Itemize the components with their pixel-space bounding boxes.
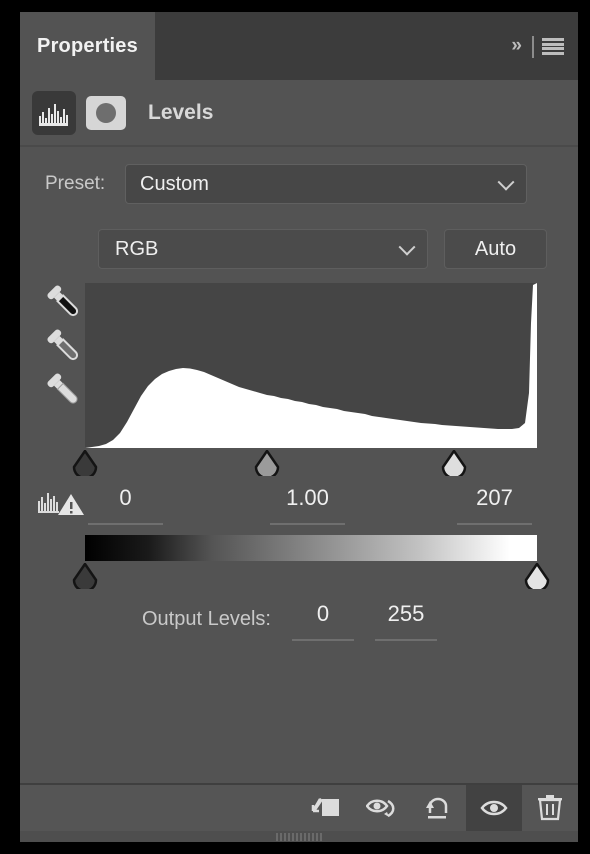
clip-to-layer-icon (311, 798, 339, 816)
output-levels-gradient-bar[interactable] (85, 535, 537, 561)
output-white-field[interactable]: 255 (375, 599, 437, 641)
output-levels-slider-track (72, 561, 550, 593)
input-gamma-slider[interactable] (254, 450, 280, 476)
panel-footer-toolbar (20, 785, 578, 831)
histogram-curve (85, 283, 537, 448)
levels-histogram-icon (32, 90, 76, 135)
output-white-point-slider[interactable] (524, 563, 550, 589)
set-white-point-eyedropper[interactable] (46, 370, 86, 414)
eye-with-arrow-icon (366, 799, 395, 818)
header-divider (532, 36, 534, 58)
input-white-field[interactable]: 207 (457, 483, 532, 525)
channel-value: RGB (115, 237, 159, 260)
preset-label: Preset: (45, 173, 106, 194)
set-gray-point-eyedropper[interactable] (46, 326, 86, 370)
reset-arrow-icon (426, 797, 448, 819)
reset-adjustment-button[interactable] (410, 785, 466, 831)
input-levels-slider-track (72, 448, 537, 480)
auto-button[interactable]: Auto (444, 229, 547, 269)
input-white-point-slider[interactable] (441, 450, 467, 476)
preset-row: Preset: Custom (20, 164, 578, 204)
mask-shape (96, 102, 116, 123)
panel-status-bar (20, 831, 578, 842)
chevron-down-icon (497, 173, 515, 191)
resize-grip[interactable] (276, 832, 322, 841)
output-black-value: 0 (316, 601, 330, 626)
input-gamma-field[interactable]: 1.00 (270, 483, 345, 525)
input-levels-values: 0 1.00 207 (20, 483, 578, 529)
histogram-uncached-warning-icon[interactable] (38, 491, 86, 522)
output-levels-values: Output Levels: 0 255 (20, 599, 578, 645)
output-levels-label: Output Levels: (142, 608, 271, 630)
trash-icon (538, 795, 562, 821)
channel-row: RGB Auto (20, 229, 578, 269)
tab-properties-label: Properties (37, 34, 138, 57)
auto-button-label: Auto (474, 237, 517, 260)
channel-dropdown[interactable]: RGB (98, 229, 428, 269)
properties-panel: Properties » Levels Preset: Custom RGB A… (20, 12, 578, 842)
eye-icon (480, 800, 508, 816)
output-black-point-slider[interactable] (72, 563, 98, 589)
input-white-value: 207 (476, 485, 513, 510)
output-black-field[interactable]: 0 (292, 599, 354, 641)
preset-dropdown[interactable]: Custom (125, 164, 527, 204)
tab-properties[interactable]: Properties (20, 12, 155, 80)
input-gamma-value: 1.00 (286, 485, 329, 510)
toggle-previous-state-button[interactable] (354, 785, 410, 831)
output-white-value: 255 (387, 601, 425, 626)
clip-to-layer-button[interactable] (298, 785, 354, 831)
layer-mask-thumbnail[interactable] (86, 95, 126, 130)
input-black-value: 0 (119, 485, 132, 510)
hamburger-menu-icon[interactable] (542, 38, 564, 55)
set-black-point-eyedropper[interactable] (46, 282, 86, 326)
panel-body: Preset: Custom RGB Auto 0 1.00 207 Outpu… (20, 147, 578, 787)
input-black-point-slider[interactable] (72, 450, 98, 476)
adjustment-title-row: Levels (20, 80, 578, 145)
eyedropper-group (46, 282, 86, 414)
histogram-display[interactable] (85, 283, 537, 448)
delete-adjustment-button[interactable] (522, 785, 578, 831)
toggle-layer-visibility-button[interactable] (466, 785, 522, 831)
panel-tab-bar: Properties » (20, 12, 578, 80)
double-chevron-right-icon[interactable]: » (511, 36, 522, 55)
chevron-down-icon (398, 238, 416, 256)
preset-value: Custom (140, 172, 209, 195)
page-title: Levels (148, 100, 214, 124)
input-black-field[interactable]: 0 (88, 483, 163, 525)
